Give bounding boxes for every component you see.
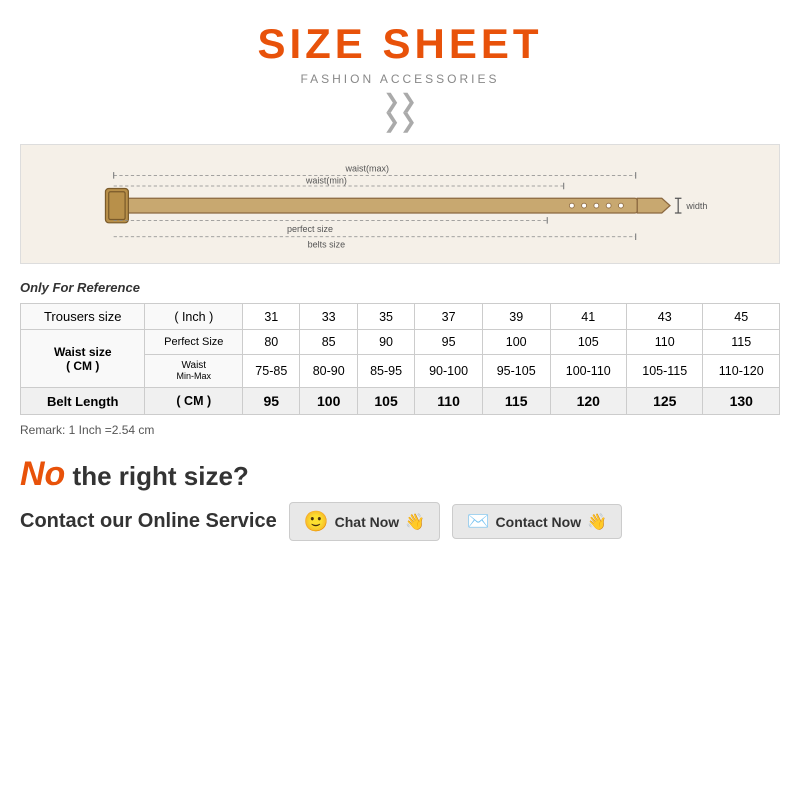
ps-80: 80 [243,330,300,355]
perfect-size-label: Perfect Size [145,330,243,355]
page: SIZE SHEET FASHION ACCESSORIES ❯❯❯❯ wais… [0,0,800,800]
contact-row: Contact our Online Service 🙂 Chat Now 👋 … [20,502,780,541]
size-45: 45 [703,304,780,330]
bl-100: 100 [300,388,357,415]
wm-110120: 110-120 [703,355,780,388]
size-33: 33 [300,304,357,330]
ps-100: 100 [482,330,550,355]
ps-115: 115 [703,330,780,355]
contact-label: Contact our Online Service [20,510,277,533]
size-31: 31 [243,304,300,330]
size-39: 39 [482,304,550,330]
size-35: 35 [357,304,414,330]
svg-text:waist(min): waist(min) [305,176,347,186]
svg-text:width: width [685,201,707,211]
no-size-question: the right size? [65,461,248,491]
mail-icon: ✉️ [467,511,489,532]
chat-now-button[interactable]: 🙂 Chat Now 👋 [289,502,440,541]
waist-size-label: Waist size( CM ) [21,330,145,388]
bl-120: 120 [550,388,626,415]
svg-text:belts size: belts size [308,239,346,249]
no-size-title: No the right size? [20,455,780,494]
ps-85: 85 [300,330,357,355]
wm-8090: 80-90 [300,355,357,388]
bl-125: 125 [627,388,703,415]
wm-105115: 105-115 [627,355,703,388]
page-title: SIZE SHEET [20,20,780,68]
belt-length-unit: ( CM ) [145,388,243,415]
inch-label: ( Inch ) [145,304,243,330]
wm-7585: 75-85 [243,355,300,388]
no-size-section: No the right size? Contact our Online Se… [20,455,780,541]
bl-95: 95 [243,388,300,415]
bl-110: 110 [415,388,483,415]
contact-btn-label: Contact Now [496,514,582,530]
wm-95105: 95-105 [482,355,550,388]
waist-minmax-label: WaistMin-Max [145,355,243,388]
belt-diagram: waist(max) waist(min) perfect size belts… [20,144,780,264]
wm-90100: 90-100 [415,355,483,388]
contact-now-button[interactable]: ✉️ Contact Now 👋 [452,504,622,539]
hand-icon: 👋 [405,512,425,532]
bl-130: 130 [703,388,780,415]
size-table: Trousers size ( Inch ) 31 33 35 37 39 41… [20,303,780,415]
reference-label: Only For Reference [20,280,780,295]
wm-100110: 100-110 [550,355,626,388]
remark-text: Remark: 1 Inch =2.54 cm [20,423,780,437]
ps-105: 105 [550,330,626,355]
page-subtitle: FASHION ACCESSORIES [20,72,780,86]
ps-90: 90 [357,330,414,355]
size-37: 37 [415,304,483,330]
chat-btn-label: Chat Now [335,514,400,530]
hand2-icon: 👋 [587,512,607,532]
no-text: No [20,455,65,493]
size-43: 43 [627,304,703,330]
trousers-size-label: Trousers size [21,304,145,330]
chat-icon: 🙂 [304,509,329,534]
belt-length-label: Belt Length [21,388,145,415]
ps-110: 110 [627,330,703,355]
bl-115: 115 [482,388,550,415]
svg-text:perfect size: perfect size [287,224,333,234]
bl-105: 105 [357,388,414,415]
ps-95: 95 [415,330,483,355]
size-41: 41 [550,304,626,330]
chevron-decoration: ❯❯❯❯ [20,92,780,132]
svg-text:waist(max): waist(max) [345,163,390,173]
wm-8595: 85-95 [357,355,414,388]
